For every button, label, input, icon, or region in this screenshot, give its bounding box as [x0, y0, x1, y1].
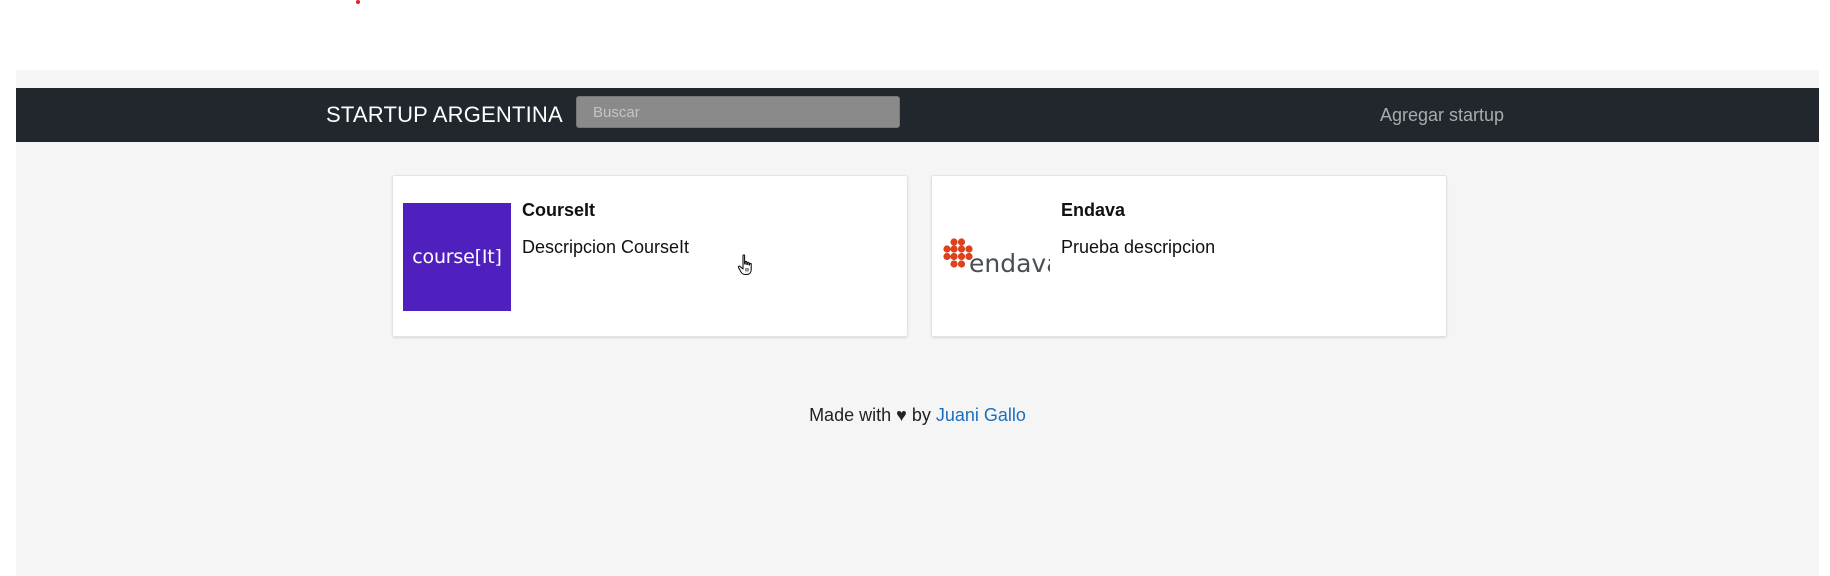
brand-link[interactable]: STARTUP ARGENTINA [326, 88, 563, 142]
red-dot-marker [356, 0, 360, 4]
app-container: STARTUP ARGENTINA Agregar startup course… [16, 70, 1819, 576]
startup-card-courseit[interactable]: course[It] CourseIt Descripcion CourseIt [392, 175, 908, 337]
endava-logo-graphic: endava [943, 238, 1050, 278]
endava-logo: endava [942, 203, 1050, 311]
search-input[interactable] [576, 96, 900, 128]
courseit-logo-text: course[It] [412, 246, 502, 268]
footer: Made with ♥ by Juani Gallo [16, 405, 1819, 426]
endava-logo-text: endava [969, 249, 1050, 278]
footer-by: by [911, 405, 931, 425]
page: STARTUP ARGENTINA Agregar startup course… [0, 0, 1830, 576]
startup-description: Descripcion CourseIt [522, 237, 690, 257]
add-startup-link[interactable]: Agregar startup [1380, 88, 1504, 142]
hand-pointer-icon [737, 254, 752, 276]
heart-icon: ♥ [896, 405, 907, 425]
startup-name: Endava [1061, 200, 1126, 220]
footer-prefix: Made with [809, 405, 892, 425]
startup-name: CourseIt [522, 200, 596, 220]
startup-card-endava[interactable]: endava Endava Prueba descripcion [931, 175, 1447, 337]
author-link[interactable]: Juani Gallo [936, 405, 1026, 425]
startup-description: Prueba descripcion [1061, 237, 1216, 257]
navbar: STARTUP ARGENTINA Agregar startup [16, 88, 1819, 142]
courseit-logo: course[It] [403, 203, 511, 311]
